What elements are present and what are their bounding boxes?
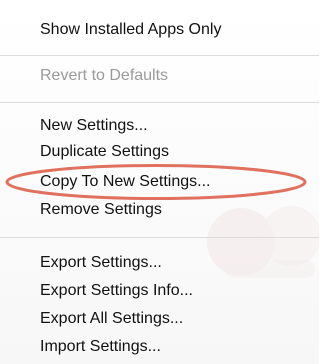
menu-separator: [0, 237, 319, 238]
menu-item-export-settings[interactable]: Export Settings...: [40, 252, 162, 274]
menu-separator: [0, 55, 319, 56]
menu-item-revert-to-defaults: Revert to Defaults: [40, 67, 169, 84]
menu-separator: [0, 102, 319, 103]
menu-item-new-settings[interactable]: New Settings...: [40, 115, 148, 137]
menu-item-show-installed-apps-only[interactable]: Show Installed Apps Only: [40, 19, 221, 41]
menu-item-import-settings[interactable]: Import Settings...: [40, 336, 161, 358]
menu-item-remove-settings[interactable]: Remove Settings: [40, 199, 162, 221]
menu-item-export-all-settings[interactable]: Export All Settings...: [40, 308, 183, 330]
menu-item-copy-to-new-settings[interactable]: Copy To New Settings...: [40, 171, 210, 193]
menu-item-duplicate-settings[interactable]: Duplicate Settings: [40, 141, 169, 163]
menu-item-export-settings-info[interactable]: Export Settings Info...: [40, 280, 193, 302]
context-menu: Show Installed Apps Only Revert to Defau…: [0, 0, 319, 364]
watermark-graphic: [207, 206, 319, 278]
